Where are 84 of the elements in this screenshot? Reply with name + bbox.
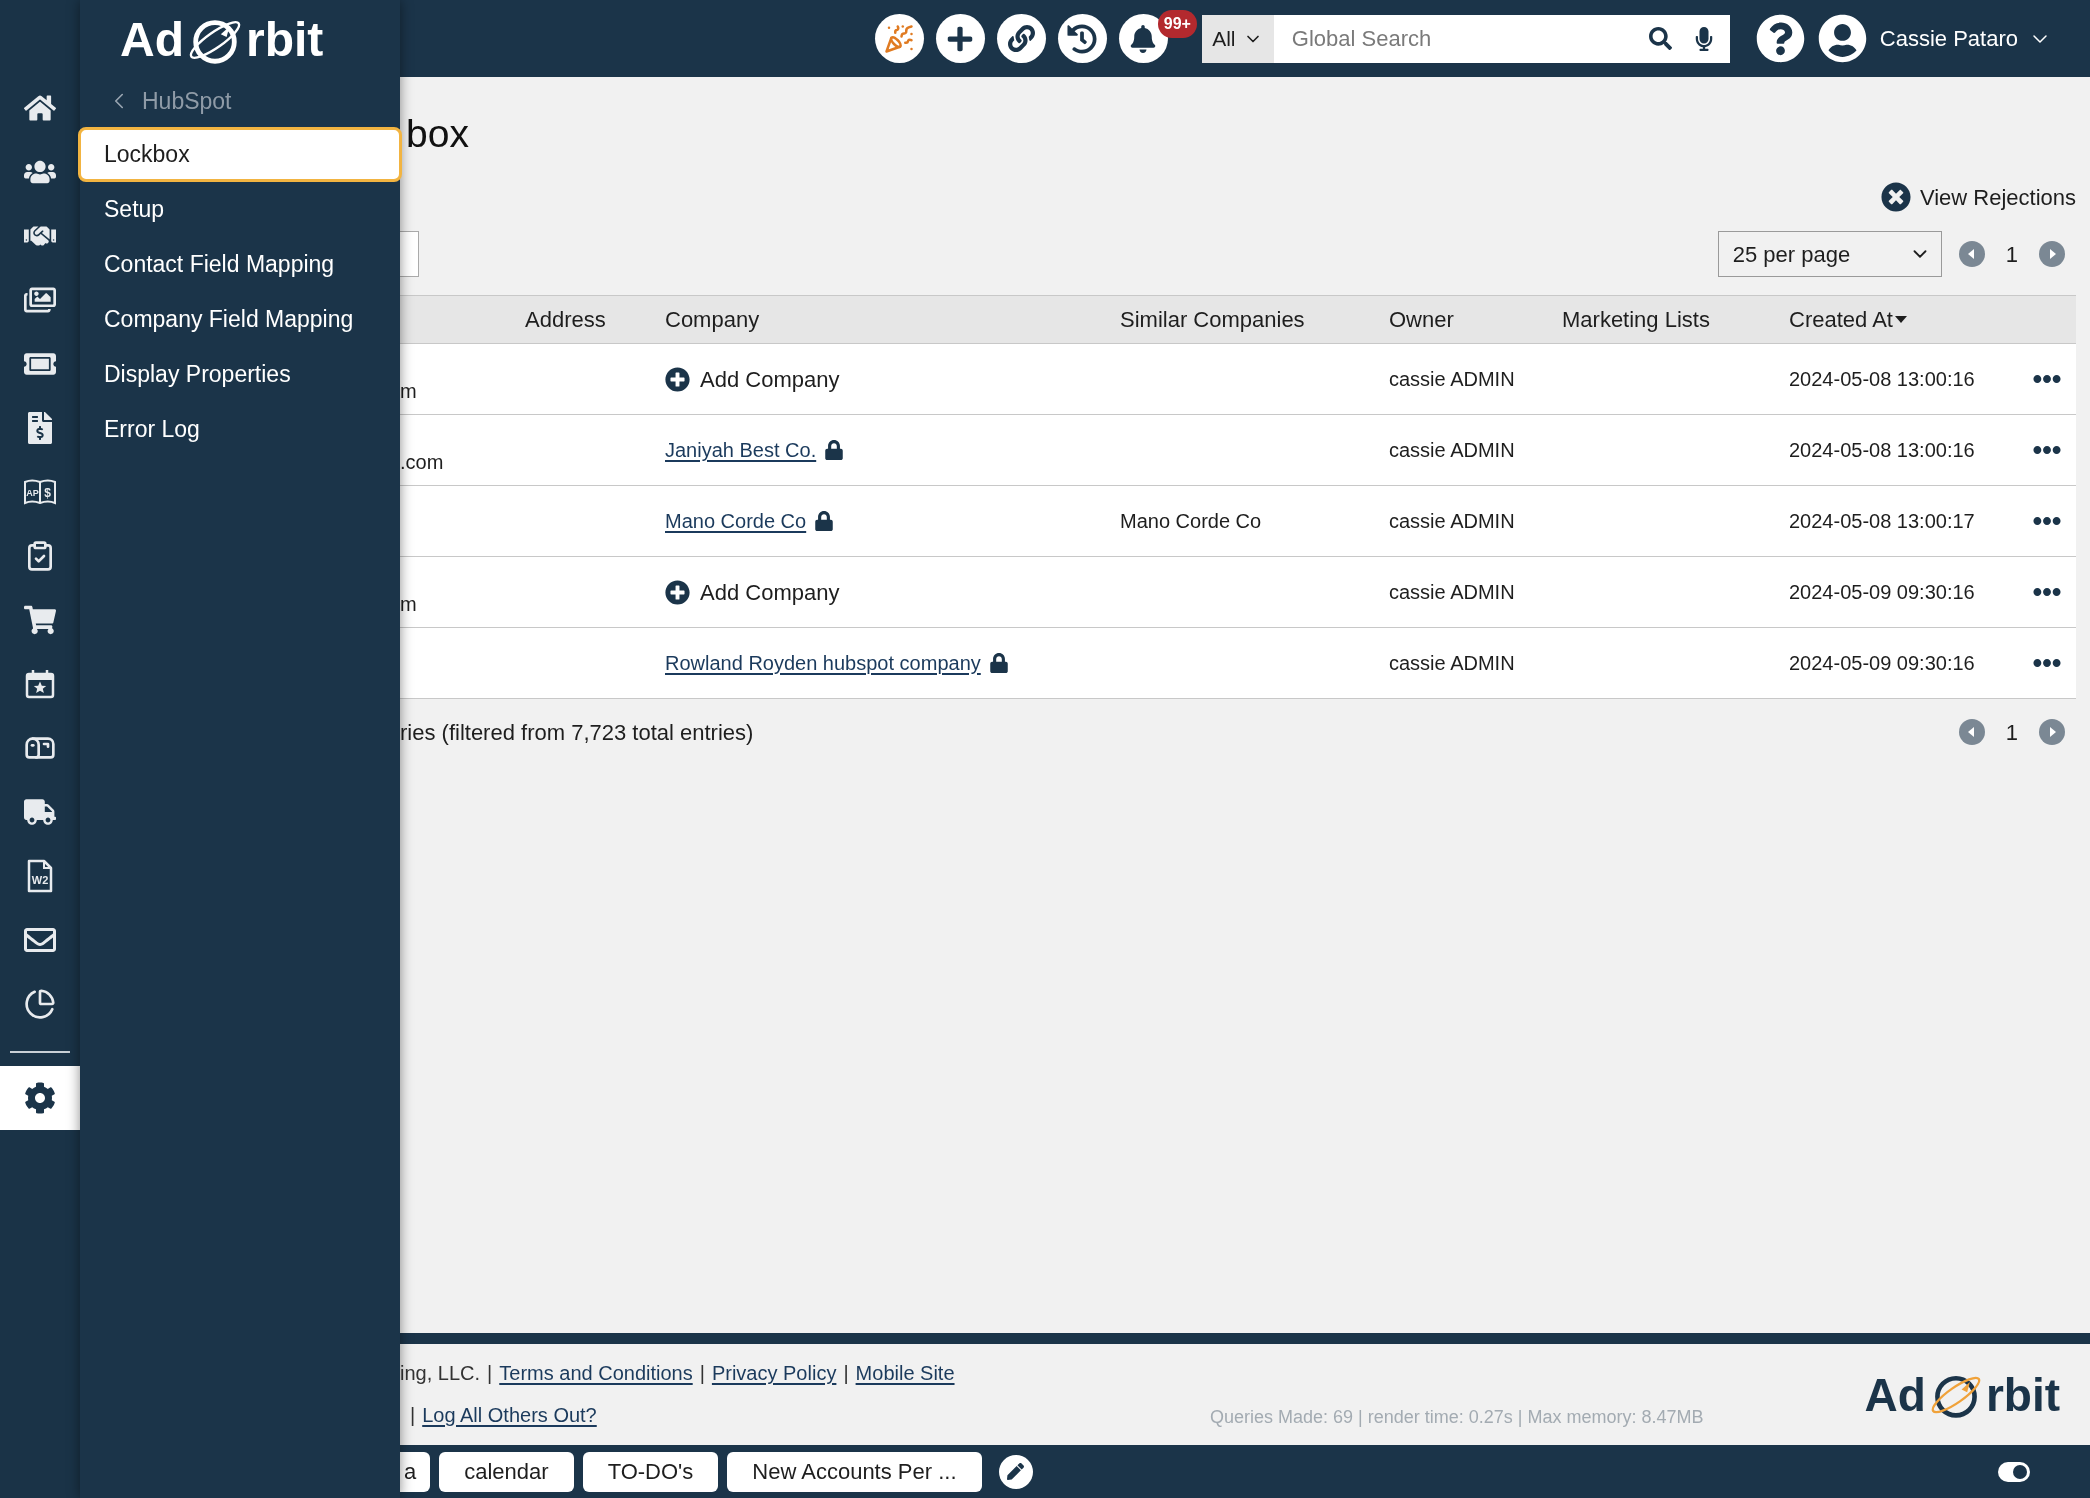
per-page-select[interactable]: 25 per page (1717, 231, 1942, 277)
pipe-separator: | (699, 1361, 705, 1386)
taskbar-tab[interactable]: TO-DO's (582, 1451, 719, 1492)
logo-text: rbit (246, 16, 324, 64)
history-icon[interactable] (1057, 14, 1107, 63)
search-bar[interactable]: All Global Search (1201, 14, 1730, 63)
company-link[interactable]: Rowland Royden hubspot company (665, 648, 981, 678)
column-header[interactable]: Address (525, 303, 606, 336)
view-rejections-button[interactable]: View Rejections (1880, 181, 2076, 213)
table-cell-text: 2024-05-08 13:00:16 (1789, 438, 1975, 463)
help-icon[interactable] (1755, 14, 1805, 63)
user-name[interactable]: Cassie Pataro (1879, 22, 2018, 55)
table-cell-text: cassie ADMIN (1389, 651, 1515, 676)
sort-caret-icon (1894, 316, 1907, 323)
menu-item[interactable]: Display Properties (104, 357, 291, 392)
footer-text: ing, LLC. (400, 1361, 481, 1386)
pie-chart-icon[interactable] (24, 988, 56, 1020)
footer-link[interactable]: Mobile Site (855, 1359, 955, 1387)
page-number: 1 (2005, 718, 2018, 747)
table-cell-text: .com (400, 450, 444, 475)
table-cell-text: 2024-05-08 13:00:16 (1789, 367, 1975, 392)
logo-text: Ad (1864, 1371, 1926, 1418)
logo-text: Ad (120, 16, 184, 64)
search-field[interactable] (400, 231, 419, 277)
company-link[interactable]: Mano Corde Co (665, 506, 807, 536)
column-header[interactable]: Owner (1389, 303, 1454, 336)
party-popper-icon[interactable] (874, 14, 924, 63)
table-cell-text: m (400, 592, 417, 617)
column-header[interactable]: Similar Companies (1120, 303, 1305, 336)
taskbar-tab[interactable]: calendar (439, 1451, 574, 1492)
table-cell-text: 2024-05-09 09:30:16 (1789, 651, 1975, 676)
column-header[interactable]: Company (665, 303, 760, 336)
entries-info: ries (filtered from 7,723 total entries) (400, 718, 754, 747)
search-icon[interactable] (1648, 27, 1672, 50)
column-header[interactable]: Created At (1789, 303, 1907, 336)
page-title: box (405, 111, 469, 156)
menu-item[interactable]: Error Log (104, 412, 200, 447)
cart-icon[interactable] (24, 604, 56, 636)
table-cell-text: m (400, 379, 417, 404)
avatar-icon[interactable] (1817, 14, 1867, 63)
pipe-separator: | (843, 1361, 849, 1386)
next-page-icon[interactable] (2039, 719, 2065, 745)
back-link[interactable]: HubSpot (106, 83, 232, 119)
toggle-icon[interactable] (1998, 1461, 2030, 1482)
column-header[interactable]: Marketing Lists (1562, 303, 1710, 336)
truck-icon[interactable] (24, 796, 56, 828)
add-icon[interactable] (935, 14, 985, 63)
previous-page-icon[interactable] (1958, 719, 1985, 745)
settings-icon (24, 1082, 56, 1114)
link-icon[interactable] (996, 14, 1046, 63)
pipe-separator: | (410, 1403, 416, 1428)
table-cell-text: 2024-05-09 09:30:16 (1789, 580, 1975, 605)
taskbar-tab[interactable]: a (400, 1451, 431, 1492)
settings-button[interactable] (0, 1066, 80, 1130)
footer-link[interactable]: Terms and Conditions (499, 1359, 693, 1387)
table-cell-text: 2024-05-08 13:00:17 (1789, 509, 1975, 534)
calendar-star-icon[interactable] (24, 668, 56, 700)
server-stats-text: Queries Made: 69 | render time: 0.27s | Max memory: 8.47MB (1210, 1407, 1704, 1427)
add-company-button[interactable]: Add Company (665, 362, 840, 396)
previous-page-icon[interactable] (1958, 241, 1985, 267)
table-cell-text: cassie ADMIN (1389, 367, 1515, 392)
menu-item[interactable]: Lockbox (78, 127, 402, 182)
company-link[interactable]: Janiyah Best Co. (665, 435, 817, 465)
logo-text: rbit (1985, 1371, 2060, 1418)
taskbar-tab[interactable]: New Accounts Per ... (727, 1451, 982, 1492)
page-number: 1 (2005, 240, 2018, 269)
footer-link[interactable]: Log All Others Out? (422, 1401, 597, 1429)
search-input[interactable]: Global Search (1291, 20, 1649, 57)
footer-link[interactable]: Privacy Policy (711, 1359, 837, 1387)
book-icon[interactable]: AP $ (23, 478, 57, 506)
notification-badge: 99+ (1157, 10, 1197, 38)
pipe-separator: | (487, 1361, 493, 1386)
add-company-button[interactable]: Add Company (665, 575, 840, 609)
menu-item[interactable]: Setup (104, 192, 165, 227)
next-page-icon[interactable] (2039, 241, 2065, 267)
table-cell-text: cassie ADMIN (1389, 580, 1515, 605)
table-cell-text: cassie ADMIN (1389, 438, 1515, 463)
table-cell-text: Mano Corde Co (1120, 509, 1262, 534)
w2-document-icon[interactable]: W2 (26, 859, 54, 893)
table-cell-text: cassie ADMIN (1389, 509, 1515, 534)
edit-icon[interactable] (998, 1454, 1033, 1489)
menu-item[interactable]: Company Field Mapping (104, 302, 354, 337)
search-scope-dropdown[interactable]: All (1201, 14, 1274, 63)
menu-item[interactable]: Contact Field Mapping (104, 247, 335, 282)
